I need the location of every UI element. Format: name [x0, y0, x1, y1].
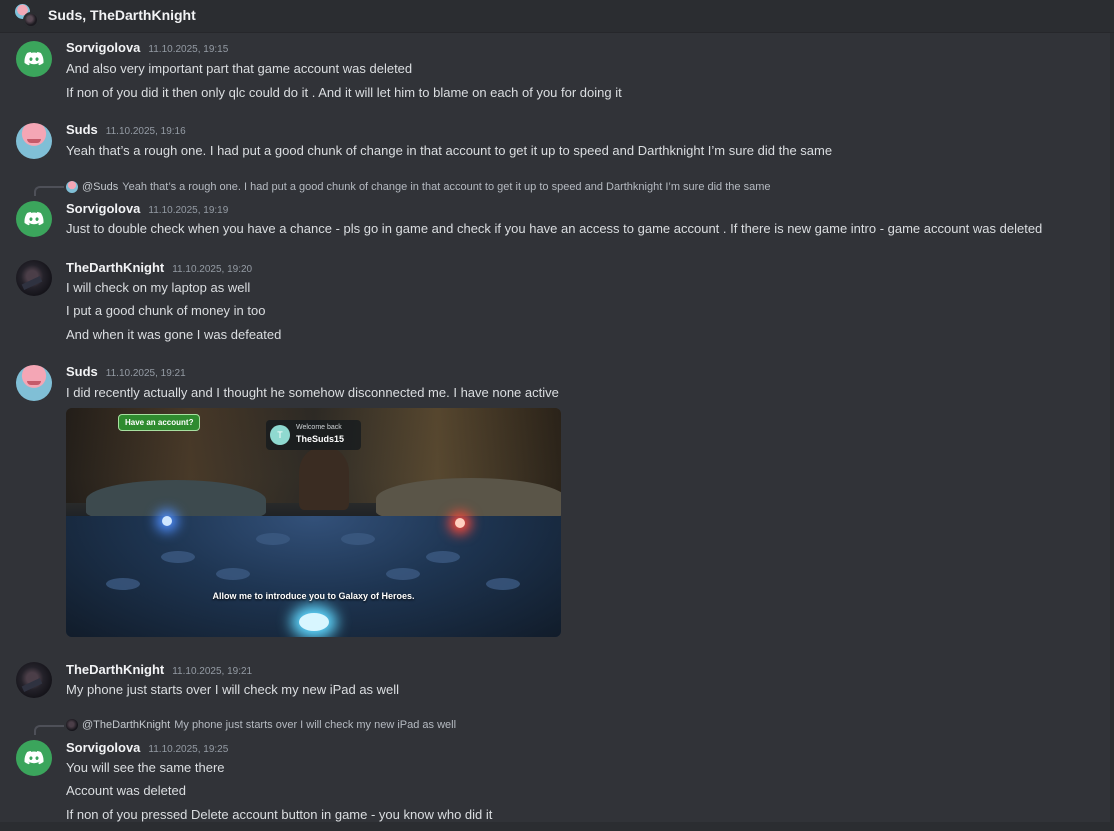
timestamp: 11.10.2025, 19:19	[148, 205, 229, 216]
reply-user[interactable]: @TheDarthKnight	[82, 719, 170, 731]
have-account-button: Have an account?	[118, 414, 201, 431]
message-text: I did recently actually and I thought he…	[66, 385, 559, 400]
message-text: If non of you pressed Delete account but…	[66, 807, 493, 822]
discord-logo-icon[interactable]	[16, 201, 52, 237]
group-dm-icon[interactable]	[15, 4, 39, 28]
message-text: Account was deleted	[66, 783, 186, 798]
dm-header: Suds, TheDarthKnight	[0, 0, 1114, 33]
welcome-back-badge: T Welcome back TheSuds15	[266, 420, 361, 450]
timestamp: 11.10.2025, 19:21	[105, 368, 186, 379]
reply-preview[interactable]: @Suds Yeah that’s a rough one. I had put…	[66, 181, 770, 193]
reply-spine	[34, 725, 64, 735]
user-avatar[interactable]	[16, 260, 52, 296]
timestamp: 11.10.2025, 19:16	[105, 126, 186, 137]
reply-avatar-icon	[66, 719, 78, 731]
username[interactable]: Suds	[66, 364, 98, 379]
username[interactable]: Sorvigolova	[66, 740, 140, 755]
reply-avatar-icon	[66, 181, 78, 193]
message-text: I put a good chunk of money in too	[66, 303, 266, 318]
dm-title: Suds, TheDarthKnight	[48, 7, 196, 23]
reply-user[interactable]: @Suds	[82, 181, 118, 193]
message-text: If non of you did it then only qlc could…	[66, 85, 622, 100]
message-text: I will check on my laptop as well	[66, 280, 251, 295]
message-text: My phone just starts over I will check m…	[66, 682, 400, 697]
user-avatar[interactable]	[16, 662, 52, 698]
scrollbar[interactable]	[1110, 33, 1114, 822]
reply-text: My phone just starts over I will check m…	[174, 719, 457, 731]
reply-spine	[34, 186, 64, 196]
message-text: And also very important part that game a…	[66, 61, 413, 76]
timestamp: 11.10.2025, 19:15	[148, 44, 229, 55]
player-name: TheSuds15	[296, 434, 345, 444]
player-avatar-icon: T	[270, 425, 290, 445]
game-caption: Allow me to introduce you to Galaxy of H…	[212, 591, 415, 601]
reply-preview[interactable]: @TheDarthKnight My phone just starts ove…	[66, 719, 456, 731]
timestamp: 11.10.2025, 19:20	[172, 264, 253, 275]
discord-logo-icon[interactable]	[16, 41, 52, 77]
message-text: Yeah that’s a rough one. I had put a goo…	[66, 143, 833, 158]
message-text: You will see the same there	[66, 760, 225, 775]
image-attachment[interactable]: Have an account? T Welcome back TheSuds1…	[66, 408, 561, 637]
username[interactable]: Sorvigolova	[66, 40, 140, 55]
message-text: And when it was gone I was defeated	[66, 327, 282, 342]
message-text: Just to double check when you have a cha…	[66, 221, 1043, 236]
username[interactable]: TheDarthKnight	[66, 662, 164, 677]
character-figure	[299, 448, 349, 510]
username[interactable]: TheDarthKnight	[66, 260, 164, 275]
username[interactable]: Sorvigolova	[66, 201, 140, 216]
user-avatar[interactable]	[16, 365, 52, 401]
reply-text: Yeah that’s a rough one. I had put a goo…	[122, 181, 771, 193]
composer-edge	[0, 822, 1114, 831]
timestamp: 11.10.2025, 19:25	[148, 744, 229, 755]
timestamp: 11.10.2025, 19:21	[172, 666, 253, 677]
username[interactable]: Suds	[66, 122, 98, 137]
discord-logo-icon[interactable]	[16, 740, 52, 776]
welcome-text: Welcome back	[296, 424, 342, 431]
user-avatar[interactable]	[16, 123, 52, 159]
